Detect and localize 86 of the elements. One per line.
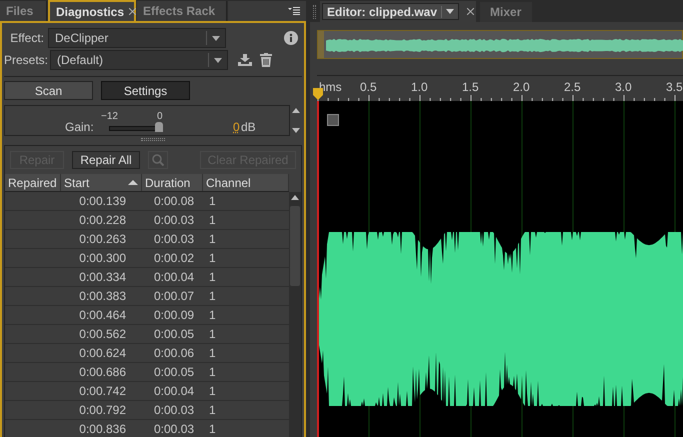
gain-unit: dB (241, 119, 256, 136)
table-cell-text: 0:00.03 (153, 421, 196, 437)
scrollbar[interactable] (289, 192, 301, 437)
info-icon[interactable] (284, 31, 298, 45)
action-button[interactable]: Repair All (72, 151, 140, 169)
table-cell-text: 0:00.08 (153, 193, 196, 210)
overview-handle[interactable] (318, 31, 324, 58)
table-cell-text: 0:00.464 (78, 307, 127, 324)
table-cell-text: 0:00.02 (153, 250, 196, 267)
column-header[interactable]: Duration (142, 174, 203, 191)
close-icon[interactable] (467, 8, 474, 15)
download-icon[interactable] (238, 54, 252, 66)
table-cell-text: 0:00.04 (153, 383, 196, 400)
table-cell-text: 0:00.05 (153, 326, 196, 343)
column-header[interactable]: Channel (203, 174, 289, 191)
effect-dropdown[interactable]: DeClipper (48, 28, 226, 48)
table-cell-text: 0:00.06 (153, 345, 196, 362)
panel-grip[interactable] (313, 5, 316, 19)
scroll-down-icon[interactable] (292, 128, 300, 133)
ruler-label: 2.5 (564, 79, 581, 96)
table-cell-text: 1 (208, 231, 216, 248)
table-cell-text: 1 (208, 364, 216, 381)
sort-arrow-icon (128, 180, 138, 185)
table-cell-text: 1 (208, 288, 216, 305)
ruler-label: 1.5 (462, 79, 479, 96)
table-cell-text: 0:00.624 (78, 345, 127, 362)
table-cell-text: 1 (208, 307, 216, 324)
scroll-up-icon[interactable] (292, 108, 300, 113)
table-cell-text: 0:00.836 (78, 421, 127, 437)
table-cell-text: 1 (208, 421, 216, 437)
ruler-label: 0.5 (360, 79, 377, 96)
table-cell-text: 1 (208, 193, 216, 210)
search-icon (152, 154, 164, 166)
effect-label: Effect: (9, 30, 45, 47)
ruler-label: 3.0 (615, 79, 632, 96)
mode-button[interactable]: Scan (4, 81, 93, 100)
column-header[interactable]: Repaired (5, 174, 61, 191)
gain-max-label: 0 (157, 110, 163, 124)
gain-min-label: −12 (101, 110, 118, 124)
table-cell-text: 1 (208, 402, 216, 419)
table-cell-text: 0:00.139 (78, 193, 127, 210)
table-cell-text: 0:00.742 (78, 383, 127, 400)
table-cell-text: 0:00.07 (153, 288, 196, 305)
table-cell-text: 0:00.09 (153, 307, 196, 324)
table-cell-text: 0:00.383 (78, 288, 127, 305)
caret-icon (446, 9, 454, 14)
table-cell-text: 0:00.03 (153, 402, 196, 419)
table-cell-text: 0:00.300 (78, 250, 127, 267)
table-cell-text: 1 (208, 212, 216, 229)
table-cell-text: 1 (208, 326, 216, 343)
trash-icon[interactable] (260, 53, 272, 67)
close-icon[interactable] (129, 8, 136, 15)
table-cell-text: 1 (208, 269, 216, 286)
gain-slider-thumb[interactable] (155, 122, 163, 132)
table-cell-text: 0:00.04 (153, 269, 196, 286)
table-cell-text: 0:00.562 (78, 326, 127, 343)
column-header[interactable]: Start (61, 174, 142, 191)
panel-menu-icon[interactable] (288, 7, 300, 15)
gain-label: Gain: (65, 119, 94, 136)
presets-label: Presets: (4, 52, 50, 69)
table-cell-text: 0:00.792 (78, 402, 127, 419)
tab[interactable]: Mixer (480, 2, 532, 22)
mode-button[interactable]: Settings (101, 81, 190, 100)
table-cell-text: 0:00.03 (153, 231, 196, 248)
table-cell-text: 1 (208, 345, 216, 362)
ruler-label: 2.0 (513, 79, 530, 96)
scrollbar-thumb[interactable] (290, 206, 300, 286)
table-cell-text: 0:00.263 (78, 231, 127, 248)
gain-value[interactable]: 0 (233, 118, 240, 136)
table-cell-text: 0:00.686 (78, 364, 127, 381)
table-cell-text: 0:00.228 (78, 212, 127, 229)
ruler-label: 3.5 (666, 79, 683, 96)
table-cell-text: 1 (208, 250, 216, 267)
caret-icon (214, 58, 222, 62)
scroll-up-icon[interactable] (291, 195, 299, 200)
table-cell-text: 0:00.334 (78, 269, 127, 286)
splitter-grip[interactable] (141, 138, 165, 141)
presets-dropdown[interactable]: (Default) (50, 50, 228, 70)
toggle-icon[interactable] (327, 114, 339, 126)
table-cell-text: 0:00.05 (153, 364, 196, 381)
table-cell-text: 1 (208, 383, 216, 400)
tab[interactable]: Editor: clipped.wav (320, 1, 476, 22)
caret-icon (212, 36, 220, 40)
table-cell-text: 0:00.03 (153, 212, 196, 229)
tab[interactable]: Diagnostics (48, 0, 136, 21)
ruler-label: 1.0 (411, 79, 428, 96)
